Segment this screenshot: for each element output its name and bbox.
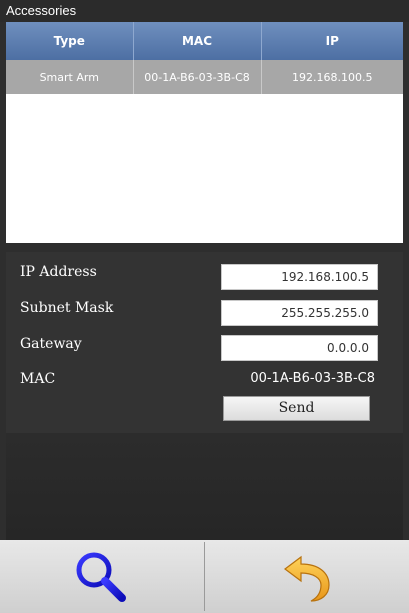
back-icon	[284, 555, 330, 602]
search-icon	[76, 552, 126, 602]
accessories-table: Type MAC IP Smart Arm 00-1A-B6-03-3B-C8 …	[6, 22, 403, 243]
column-header-mac[interactable]: MAC	[133, 22, 262, 60]
subnet-mask-label: Subnet Mask	[20, 300, 114, 316]
back-button[interactable]	[205, 540, 409, 613]
mac-label: MAC	[20, 371, 56, 387]
gateway-field[interactable]: 0.0.0.0	[221, 335, 378, 361]
bottom-toolbar	[0, 540, 409, 613]
cell-mac: 00-1A-B6-03-3B-C8	[133, 60, 262, 94]
column-header-ip[interactable]: IP	[261, 22, 403, 60]
send-button[interactable]: Send	[223, 396, 370, 421]
table-row[interactable]: Smart Arm 00-1A-B6-03-3B-C8 192.168.100.…	[6, 60, 403, 94]
cell-type: Smart Arm	[6, 60, 134, 94]
column-header-type[interactable]: Type	[6, 22, 134, 60]
window-title: Accessories	[0, 0, 409, 22]
search-button[interactable]	[0, 540, 204, 613]
network-settings-panel: IP Address 192.168.100.5 Subnet Mask 255…	[6, 252, 403, 433]
ip-address-label: IP Address	[20, 264, 97, 280]
empty-panel	[6, 433, 403, 540]
mac-value: 00-1A-B6-03-3B-C8	[250, 371, 375, 386]
subnet-mask-field[interactable]: 255.255.255.0	[221, 300, 378, 326]
table-header-row: Type MAC IP	[6, 22, 403, 60]
gateway-label: Gateway	[20, 336, 82, 352]
ip-address-field[interactable]: 192.168.100.5	[221, 264, 378, 290]
cell-ip: 192.168.100.5	[261, 60, 403, 94]
